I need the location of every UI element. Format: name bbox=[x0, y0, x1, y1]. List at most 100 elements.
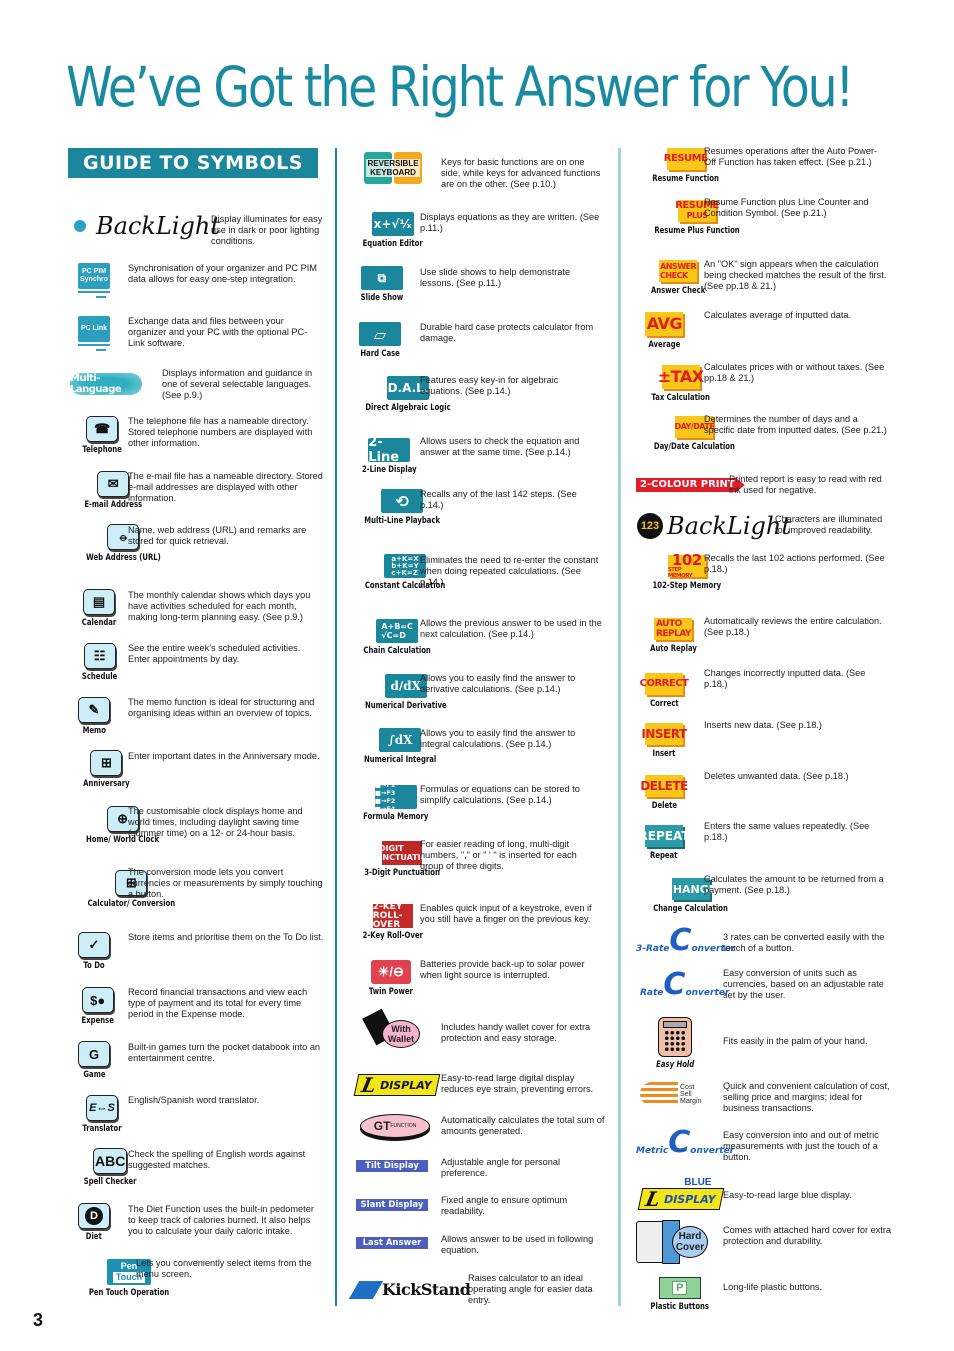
symbol-description: Batteries provide back-up to solar power… bbox=[420, 959, 585, 981]
plastic-buttons-icon: P Plastic Buttons bbox=[644, 1277, 715, 1311]
symbol-description: Enters the same values repeatedly. (See … bbox=[704, 821, 870, 843]
symbol-description: Deletes unwanted data. (See p.18.) bbox=[704, 771, 849, 781]
symbol-description: Inserts new data. (See p.18.) bbox=[704, 720, 822, 730]
easy-hold-icon: Easy Hold bbox=[652, 1017, 698, 1069]
symbol-description: The customisable clock displays home and… bbox=[128, 806, 303, 839]
symbol-caption: Telephone bbox=[82, 444, 122, 454]
tilt-display-icon: Tilt Display bbox=[356, 1160, 428, 1172]
symbol-caption: Web Address (URL) bbox=[86, 552, 161, 562]
schedule-icon: ☷ Schedule bbox=[78, 643, 121, 681]
symbol-description: Synchronisation of your organizer and PC… bbox=[128, 263, 317, 285]
last-answer-icon: Last Answer bbox=[356, 1237, 428, 1249]
symbol-description: Comes with attached hard cover for extra… bbox=[723, 1225, 892, 1247]
rate-converter-icon: Rate Converter bbox=[640, 967, 730, 1002]
symbol-caption: Delete bbox=[651, 800, 677, 810]
symbol-description: Calculates the amount to be returned fro… bbox=[704, 874, 884, 896]
symbol-description: Fits easily in the palm of your hand. bbox=[723, 1036, 868, 1046]
symbol-description: The Diet Function uses the built-in pedo… bbox=[128, 1204, 314, 1237]
symbol-caption: Auto Replay bbox=[650, 643, 697, 653]
symbol-caption: Slide Show bbox=[360, 292, 404, 302]
slant-display-icon: Slant Display bbox=[356, 1199, 428, 1211]
repeat-icon: REPEAT Repeat bbox=[639, 825, 690, 860]
pc-pim-synchro-icon: PC PIM Synchro bbox=[78, 263, 110, 301]
symbol-badge: BackLight bbox=[96, 212, 221, 240]
symbol-description: Name, web address (URL) and remarks are … bbox=[128, 525, 307, 547]
translator-icon: E⇔S Translator bbox=[78, 1095, 126, 1133]
symbol-caption: Insert bbox=[652, 748, 676, 758]
average-icon: AVG Average bbox=[645, 312, 684, 349]
symbol-description: Eliminates the need to re-enter the cons… bbox=[420, 555, 599, 588]
symbol-description: Includes handy wallet cover for extra pr… bbox=[441, 1022, 591, 1044]
symbol-description: Built-in games turn the pocket databook … bbox=[128, 1042, 321, 1064]
symbol-description: Allows users to check the equation and a… bbox=[420, 436, 580, 458]
delete-icon: DELETE Delete bbox=[640, 775, 688, 810]
symbol-description: Resume Function plus Line Counter and Co… bbox=[704, 197, 869, 219]
symbol-caption: Resume Plus Function bbox=[654, 225, 740, 235]
symbol-description: Automatically reviews the entire calcula… bbox=[704, 616, 882, 638]
symbol-caption: Schedule bbox=[81, 671, 118, 681]
symbol-description: Easy conversion of units such as currenc… bbox=[723, 968, 884, 1001]
symbol-description: Display illuminates for easy use in dark… bbox=[211, 214, 323, 247]
symbol-item: BackLight bbox=[68, 212, 220, 240]
slide-show-icon: ⧉ Slide Show bbox=[356, 266, 408, 302]
symbol-caption: Average bbox=[648, 339, 681, 349]
gt-function-icon: GT FUNCTION bbox=[360, 1114, 430, 1138]
symbol-caption: Memo bbox=[82, 725, 106, 735]
symbol-caption: Change Calculation bbox=[653, 903, 728, 913]
symbol-description: Quick and convenient calculation of cost… bbox=[723, 1081, 890, 1114]
symbol-caption: Correct bbox=[649, 698, 679, 708]
column-divider bbox=[618, 148, 621, 1306]
two-key-rollover-icon: 2-KEY ROLL-OVER 2-Key Roll-Over bbox=[362, 901, 423, 940]
symbol-description: Easy conversion into and out of metric m… bbox=[723, 1130, 879, 1163]
diet-icon: D Diet bbox=[78, 1203, 110, 1241]
symbol-description: Store items and prioritise them on the T… bbox=[128, 932, 324, 942]
symbol-caption: 2-Key Roll-Over bbox=[362, 930, 423, 940]
calendar-icon: ▤ Calendar bbox=[78, 589, 120, 627]
two-line-icon: 2-Line 2-Line Display bbox=[361, 435, 417, 474]
symbol-description: Fixed angle to ensure optimum readabilit… bbox=[441, 1195, 568, 1217]
memo-icon: ✎ Memo bbox=[78, 697, 110, 735]
symbol-description: Automatically calculates the total sum o… bbox=[441, 1115, 605, 1137]
reversible-keyboard-icon: REVERSIBLE KEYBOARD bbox=[362, 148, 424, 188]
twin-power-icon: ☀/⊖ Twin Power bbox=[364, 960, 418, 996]
todo-icon: ✓ To Do bbox=[78, 932, 110, 970]
symbol-description: Keys for basic functions are on one side… bbox=[441, 157, 601, 190]
symbol-description: The monthly calendar shows which days yo… bbox=[128, 590, 311, 623]
symbol-description: Features easy key-in for algebraic equat… bbox=[420, 375, 559, 397]
with-wallet-icon: With Wallet bbox=[362, 1008, 420, 1048]
symbol-description: The memo function is ideal for structuri… bbox=[128, 697, 315, 719]
symbol-caption: Anniversary bbox=[83, 778, 130, 788]
symbol-description: Formulas or equations can be stored to s… bbox=[420, 784, 580, 806]
symbol-description: Raises calculator to an ideal operating … bbox=[468, 1273, 593, 1306]
cost-sell-margin-icon: Cost Sell Margin bbox=[640, 1082, 701, 1106]
anniversary-gift-icon: ⊞ Anniversary bbox=[78, 750, 135, 788]
symbol-caption: Equation Editor bbox=[362, 238, 423, 248]
symbol-caption: Day/Date Calculation bbox=[653, 441, 735, 451]
multi-language-icon: Multi-Language bbox=[70, 373, 142, 395]
symbol-caption: Spell Checker bbox=[83, 1176, 137, 1186]
symbol-description: Recalls any of the last 142 steps. (See … bbox=[420, 489, 577, 511]
symbol-description: Allows you to easily find the answer to … bbox=[420, 673, 576, 695]
symbol-description: Allows you to easily find the answer to … bbox=[420, 728, 576, 750]
symbol-caption: Translator bbox=[82, 1123, 122, 1133]
symbol-description: Calculates prices with or without taxes.… bbox=[704, 362, 885, 384]
metric-converter-icon: Metric Converter bbox=[636, 1125, 735, 1160]
guide-to-symbols-header: GUIDE TO SYMBOLS bbox=[68, 148, 318, 178]
symbol-description: Displays equations as they are written. … bbox=[420, 212, 600, 234]
symbol-description: Adjustable angle for personal preference… bbox=[441, 1157, 561, 1179]
column-divider bbox=[335, 148, 337, 1306]
insert-icon: INSERT Insert bbox=[641, 723, 687, 758]
symbol-description: Easy-to-read large digital display reduc… bbox=[441, 1073, 594, 1095]
symbol-caption: Calendar bbox=[81, 617, 117, 627]
symbol-caption: Game bbox=[82, 1069, 106, 1079]
three-rate-converter-icon: 3-Rate Converter bbox=[636, 923, 736, 958]
symbol-description: Record financial transactions and view e… bbox=[128, 987, 308, 1020]
symbol-description: Long-life plastic buttons. bbox=[723, 1282, 823, 1292]
auto-replay-icon: AUTO REPLAY Auto Replay bbox=[650, 618, 697, 653]
symbol-description: Exchange data and files between your org… bbox=[128, 316, 308, 349]
telephone-icon: ☎ Telephone bbox=[78, 416, 126, 454]
symbol-description: Enter important dates in the Anniversary… bbox=[128, 751, 320, 761]
symbol-description: Allows answer to be used in following eq… bbox=[441, 1234, 594, 1256]
symbol-caption: 102-Step Memory bbox=[652, 580, 722, 590]
symbol-caption: Answer Check bbox=[650, 285, 706, 295]
